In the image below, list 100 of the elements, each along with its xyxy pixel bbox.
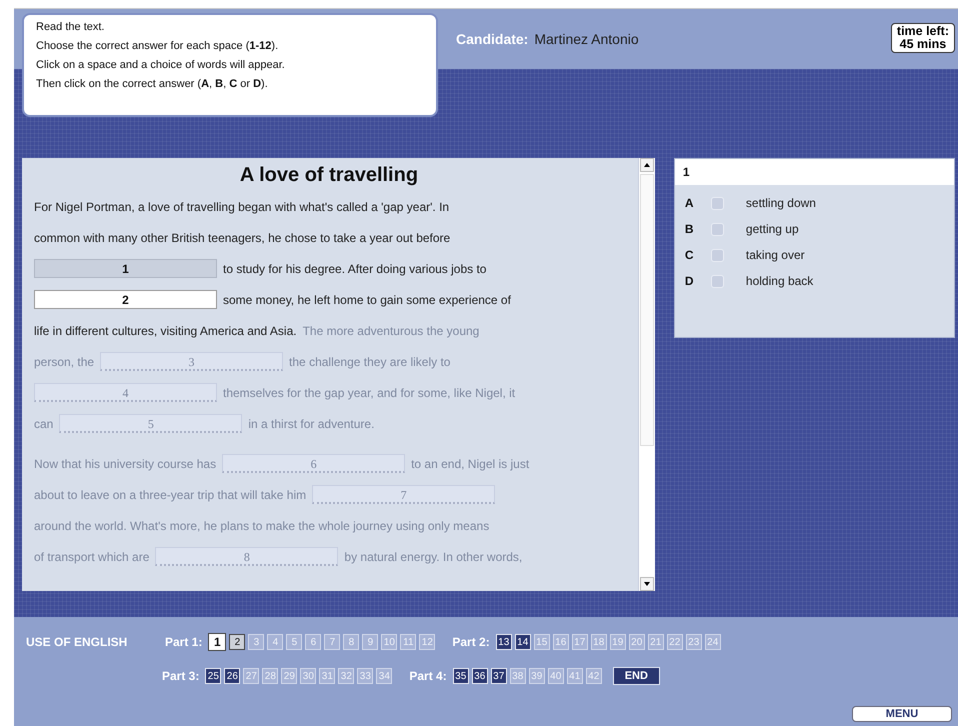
question-button[interactable]: 18 — [590, 634, 607, 650]
question-button[interactable]: 8 — [343, 634, 360, 650]
scroll-down-button[interactable] — [640, 577, 654, 591]
question-button[interactable]: 33 — [357, 668, 374, 684]
passage-text: common with many other British teenagers, he chose to take a year out before — [34, 230, 450, 244]
passage-text: can — [34, 416, 54, 430]
menu-button[interactable]: MENU — [852, 706, 952, 722]
end-button[interactable]: END — [612, 667, 660, 685]
question-button[interactable]: 29 — [281, 668, 298, 684]
question-button[interactable]: 40 — [548, 668, 564, 684]
scroll-down-icon — [644, 582, 650, 586]
timer-value: 45 mins — [900, 38, 946, 51]
question-button[interactable]: 4 — [267, 634, 284, 650]
question-button[interactable]: 11 — [400, 634, 416, 650]
question-button[interactable]: 42 — [586, 668, 602, 684]
question-button[interactable]: 23 — [686, 634, 702, 650]
question-button[interactable]: 17 — [572, 634, 588, 650]
instruction-text: Then click on the correct answer (A, B, C or D). — [36, 77, 269, 92]
question-button[interactable]: 24 — [704, 634, 721, 650]
section-title: USE OF ENGLISH — [26, 635, 128, 649]
part-label: Part 3: — [162, 669, 200, 683]
answer-gap[interactable]: 8 — [155, 547, 338, 566]
question-button[interactable]: 10 — [381, 634, 398, 650]
part-label: Part 4: — [409, 669, 447, 683]
option-text[interactable]: taking over — [746, 248, 805, 262]
passage-text: life in different cultures, visiting America and Asia. — [34, 324, 297, 338]
option-text[interactable]: getting up — [746, 222, 799, 236]
question-button[interactable]: 7 — [324, 634, 340, 650]
option-letter: C — [684, 248, 695, 262]
question-button[interactable]: 6 — [305, 634, 322, 650]
question-button[interactable]: 12 — [419, 634, 436, 650]
question-button[interactable]: 21 — [648, 634, 664, 650]
question-button[interactable]: 41 — [566, 668, 583, 684]
question-button[interactable]: 28 — [262, 668, 278, 684]
question-button[interactable]: 25 — [205, 668, 222, 684]
question-button[interactable]: 35 — [452, 668, 469, 684]
radio-button[interactable] — [710, 248, 724, 262]
question-button[interactable]: 22 — [666, 634, 683, 650]
instruction-text: Read the text. — [36, 20, 106, 35]
instruction-text: Click on a space and a choice of words will appear. — [36, 58, 286, 73]
part-label: Part 1: — [165, 635, 202, 649]
question-button[interactable]: 5 — [286, 634, 302, 650]
passage-text: For Nigel Portman, a love of travelling began with what's called a 'gap year'. In — [34, 200, 450, 214]
option-letter: A — [684, 196, 695, 210]
question-button[interactable]: 36 — [472, 668, 488, 684]
question-button[interactable]: 27 — [243, 668, 260, 684]
question-button[interactable]: 31 — [319, 668, 336, 684]
passage-text: by natural energy. In other words, — [344, 550, 522, 564]
question-button[interactable]: 15 — [534, 634, 550, 650]
scroll-thumb[interactable] — [640, 174, 654, 446]
instruction-text: Choose the correct answer for each space (1-12). — [36, 39, 280, 54]
candidate-label: Candidate: — [456, 31, 528, 47]
question-button[interactable]: 16 — [552, 634, 569, 650]
question-button[interactable]: 26 — [224, 668, 240, 684]
passage-text: around the world. What's more, he plans to make the whole journey using only means — [34, 518, 490, 532]
option-text[interactable]: holding back — [746, 274, 814, 288]
scrollbar[interactable] — [638, 158, 655, 591]
passage-text: to an end, Nigel is just — [411, 456, 530, 470]
answer-gap[interactable]: 6 — [222, 454, 406, 473]
passage-text: themselves for the gap year, and for some, like Nigel, it — [223, 386, 516, 400]
radio-button[interactable] — [710, 274, 724, 288]
passage-text: in a thirst for adventure. — [248, 416, 374, 430]
question-button[interactable]: 19 — [610, 634, 626, 650]
question-button[interactable]: 38 — [510, 668, 526, 684]
passage-text: the challenge they are likely to — [289, 354, 450, 368]
part-label: Part 2: — [452, 635, 490, 649]
option-letter: D — [684, 274, 695, 288]
question-button[interactable]: 30 — [300, 668, 316, 684]
answer-gap[interactable]: 7 — [312, 485, 496, 504]
radio-button[interactable] — [710, 196, 724, 210]
question-button[interactable]: 37 — [490, 668, 507, 684]
option-letter: B — [684, 222, 695, 236]
candidate-name: Martinez Antonio — [534, 31, 639, 47]
passage-text: about to leave on a three-year trip that will take him — [34, 488, 306, 502]
passage-text: person, the — [34, 354, 94, 368]
question-number: 1 — [674, 159, 954, 185]
radio-button[interactable] — [710, 222, 724, 236]
answer-gap[interactable]: 2 — [34, 290, 217, 309]
question-button[interactable]: 32 — [338, 668, 354, 684]
question-button[interactable]: 13 — [496, 634, 512, 650]
passage-text: of transport which are — [34, 550, 150, 564]
question-button[interactable]: 2 — [229, 634, 246, 650]
question-button[interactable]: 34 — [376, 668, 392, 684]
question-button[interactable]: 9 — [362, 634, 378, 650]
question-button[interactable]: 3 — [248, 634, 264, 650]
question-button[interactable]: 14 — [514, 634, 531, 650]
question-button[interactable]: 39 — [528, 668, 545, 684]
answer-gap[interactable]: 4 — [34, 383, 217, 402]
timer-label: time left: — [896, 25, 949, 38]
answer-gap[interactable]: 3 — [100, 352, 284, 371]
option-text[interactable]: settling down — [746, 196, 816, 210]
passage-title: A love of travelling — [238, 164, 420, 187]
answer-gap[interactable]: 1 — [34, 259, 217, 278]
passage-text: some money, he left home to gain some experience of — [223, 292, 511, 306]
scroll-up-button[interactable] — [640, 158, 654, 172]
answer-gap[interactable]: 5 — [59, 414, 242, 433]
passage-text: The more adventurous the young — [302, 324, 480, 338]
question-button[interactable]: 20 — [628, 634, 645, 650]
passage-text: to study for his degree. After doing various jobs to — [223, 262, 486, 276]
question-button[interactable]: 1 — [208, 633, 226, 651]
